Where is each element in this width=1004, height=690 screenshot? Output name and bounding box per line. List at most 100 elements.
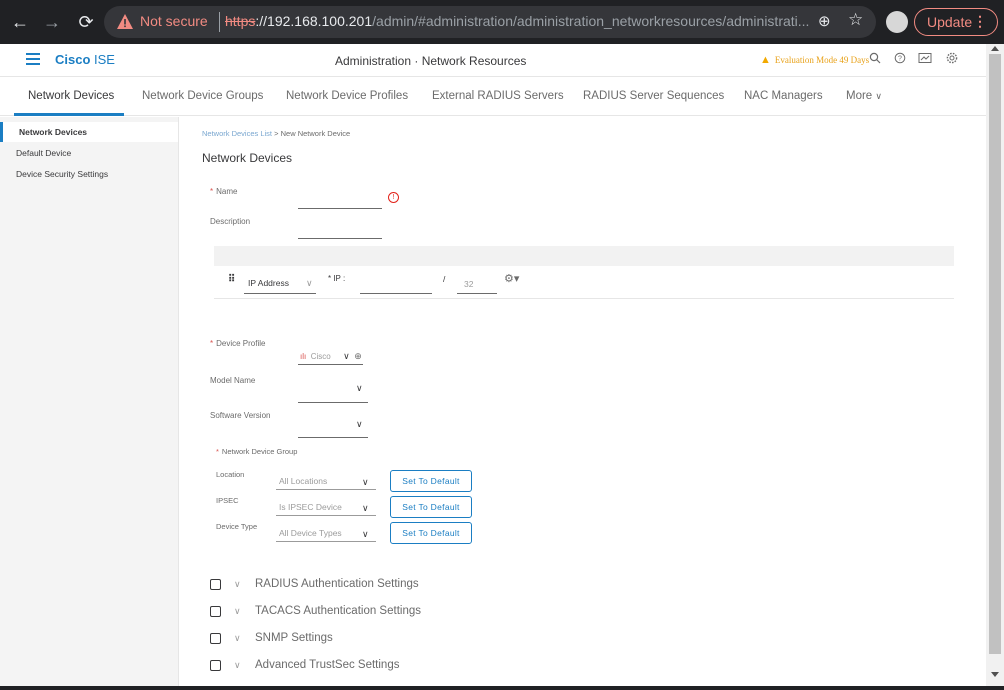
update-label: Update bbox=[927, 14, 973, 30]
chevron-down-icon: ∨ bbox=[343, 351, 350, 361]
update-button[interactable]: Update ⋮ bbox=[914, 8, 998, 36]
subnet-mask-input[interactable]: 32 bbox=[464, 279, 473, 289]
chevron-down-icon[interactable]: ∨ bbox=[234, 660, 241, 671]
chevron-down-icon: ∨ bbox=[362, 503, 369, 513]
globe-icon[interactable]: ⊕ bbox=[354, 351, 362, 361]
sidebar-item-default-device[interactable]: Default Device bbox=[0, 143, 178, 163]
device-type-underline bbox=[276, 541, 376, 542]
name-label: * Name bbox=[210, 187, 238, 196]
device-type-select[interactable]: All Device Types ∨ bbox=[276, 525, 376, 541]
snmp-checkbox[interactable] bbox=[210, 633, 221, 644]
accordion-label: RADIUS Authentication Settings bbox=[255, 578, 419, 590]
search-icon[interactable] bbox=[867, 52, 883, 68]
more-icon[interactable]: ⋮ bbox=[973, 13, 987, 30]
vertical-scrollbar[interactable] bbox=[986, 44, 1004, 690]
tab-bar: Network Devices Network Device Groups Ne… bbox=[0, 78, 986, 116]
main-content: Network Devices List > New Network Devic… bbox=[180, 117, 986, 690]
browser-toolbar: ← → ⟳ Not secure https://192.168.100.201… bbox=[0, 0, 1004, 44]
evaluation-badge[interactable]: ▲ Evaluation Mode 49 Days bbox=[760, 54, 869, 66]
breadcrumb-current: New Network Device bbox=[280, 129, 351, 138]
tab-more[interactable]: More ∨ bbox=[846, 90, 882, 102]
sidebar-item-network-devices[interactable]: Network Devices bbox=[0, 122, 178, 142]
chevron-down-icon: ∨ bbox=[362, 477, 369, 487]
tab-network-device-groups[interactable]: Network Device Groups bbox=[142, 90, 263, 102]
divider bbox=[219, 12, 220, 32]
ip-type-underline bbox=[244, 293, 316, 294]
chevron-down-icon[interactable]: ∨ bbox=[356, 419, 363, 430]
software-version-label: Software Version bbox=[210, 411, 271, 420]
radius-checkbox[interactable] bbox=[210, 579, 221, 590]
trustsec-checkbox[interactable] bbox=[210, 660, 221, 671]
chevron-down-icon[interactable]: ∨ bbox=[234, 606, 241, 617]
brand-logo: Cisco ISE bbox=[55, 52, 115, 67]
dashboard-icon[interactable] bbox=[917, 52, 933, 68]
chevron-down-icon: ∨ bbox=[362, 529, 369, 539]
active-tab-indicator bbox=[14, 113, 124, 116]
tab-network-device-profiles[interactable]: Network Device Profiles bbox=[286, 90, 408, 102]
chevron-down-icon[interactable]: ∨ bbox=[234, 633, 241, 644]
chevron-down-icon[interactable]: ∨ bbox=[306, 278, 313, 289]
software-version-underline bbox=[298, 437, 368, 438]
device-type-label: Device Type bbox=[216, 522, 258, 531]
description-label: Description bbox=[210, 217, 251, 226]
url-text[interactable]: https://192.168.100.201/admin/#administr… bbox=[225, 13, 817, 29]
breadcrumb: Network Devices List > New Network Devic… bbox=[202, 129, 350, 138]
settings-gear-icon[interactable]: ⚙▾ bbox=[504, 272, 519, 285]
svg-text:?: ? bbox=[898, 56, 902, 63]
location-select[interactable]: All Locations ∨ bbox=[276, 473, 376, 489]
reload-icon[interactable]: ⟳ bbox=[74, 8, 98, 36]
device-profile-select[interactable]: ılı Cisco ∨ ⊕ bbox=[300, 346, 362, 364]
app-header: Cisco ISE Administration · Network Resou… bbox=[0, 44, 986, 77]
scroll-up-icon[interactable] bbox=[991, 46, 999, 51]
subnet-mask-underline bbox=[457, 293, 497, 294]
menu-icon[interactable] bbox=[26, 53, 40, 65]
device-type-set-default-button[interactable]: Set To Default bbox=[390, 522, 472, 544]
ip-slash: / bbox=[443, 274, 446, 284]
ipsec-select[interactable]: Is IPSEC Device ∨ bbox=[276, 499, 376, 515]
warning-icon: ▲ bbox=[760, 54, 771, 66]
device-profile-label: * Device Profile bbox=[210, 339, 266, 348]
breadcrumb-separator: > bbox=[274, 129, 279, 138]
zoom-icon[interactable]: ⊕ bbox=[818, 12, 831, 30]
scroll-thumb[interactable] bbox=[989, 54, 1001, 654]
chevron-down-icon: ∨ bbox=[875, 91, 882, 101]
breadcrumb-link-network-devices-list[interactable]: Network Devices List bbox=[202, 129, 272, 138]
ip-type-select[interactable]: IP Address bbox=[248, 278, 289, 288]
chevron-down-icon[interactable]: ∨ bbox=[356, 383, 363, 394]
error-info-icon: ! bbox=[388, 192, 399, 203]
gear-icon[interactable] bbox=[944, 52, 960, 68]
name-input[interactable] bbox=[298, 191, 382, 209]
tab-external-radius-servers[interactable]: External RADIUS Servers bbox=[432, 90, 564, 102]
profile-icon[interactable] bbox=[886, 11, 908, 33]
tab-network-devices[interactable]: Network Devices bbox=[28, 90, 114, 102]
accordion-label: SNMP Settings bbox=[255, 632, 333, 644]
tab-radius-server-sequences[interactable]: RADIUS Server Sequences bbox=[583, 90, 724, 102]
warning-icon bbox=[117, 14, 133, 29]
ip-table-header bbox=[214, 246, 954, 266]
ipsec-underline bbox=[276, 515, 376, 516]
ip-input[interactable] bbox=[360, 276, 432, 294]
section-title: Network Devices bbox=[202, 151, 293, 165]
security-label[interactable]: Not secure bbox=[140, 13, 208, 29]
forward-arrow-icon[interactable]: → bbox=[40, 8, 64, 36]
tacacs-checkbox[interactable] bbox=[210, 606, 221, 617]
page-title: Administration · Network Resources bbox=[335, 54, 527, 68]
location-set-default-button[interactable]: Set To Default bbox=[390, 470, 472, 492]
device-profile-underline bbox=[298, 364, 363, 365]
ip-input-underline bbox=[360, 293, 432, 294]
address-bar[interactable]: Not secure https://192.168.100.201/admin… bbox=[104, 6, 876, 38]
star-icon[interactable]: ☆ bbox=[848, 10, 863, 30]
chevron-down-icon[interactable]: ∨ bbox=[234, 579, 241, 590]
back-arrow-icon[interactable]: ← bbox=[8, 8, 32, 36]
help-icon[interactable]: ? bbox=[892, 52, 908, 68]
drag-handle-icon[interactable]: ⠿ bbox=[228, 274, 235, 285]
ipsec-label: IPSEC bbox=[216, 496, 239, 505]
accordion-label: TACACS Authentication Settings bbox=[255, 605, 421, 617]
scroll-down-icon[interactable] bbox=[991, 672, 999, 677]
ipsec-set-default-button[interactable]: Set To Default bbox=[390, 496, 472, 518]
model-name-label: Model Name bbox=[210, 376, 256, 385]
sidebar-item-device-security-settings[interactable]: Device Security Settings bbox=[0, 164, 178, 184]
description-input[interactable] bbox=[298, 221, 382, 239]
tab-nac-managers[interactable]: NAC Managers bbox=[744, 90, 823, 102]
cisco-logo-icon: ılı bbox=[300, 352, 307, 361]
